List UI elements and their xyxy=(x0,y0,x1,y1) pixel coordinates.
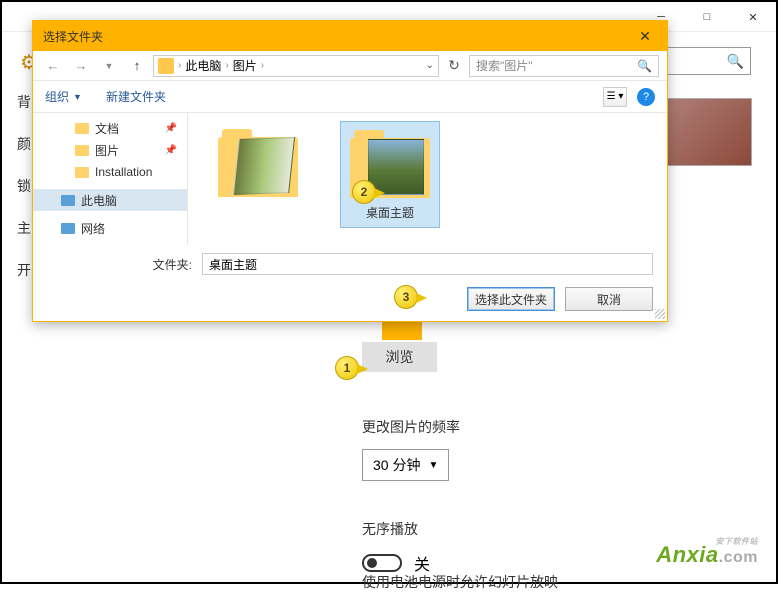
nav-up-button[interactable]: ↑ xyxy=(125,55,149,77)
pin-icon: 📌 xyxy=(165,145,177,156)
folder-item[interactable] xyxy=(208,121,308,209)
tree-item-installation[interactable]: Installation xyxy=(33,161,187,183)
breadcrumb[interactable]: › 此电脑 › 图片 › ⌄ xyxy=(153,55,439,77)
breadcrumb-item[interactable]: 此电脑 xyxy=(185,57,221,74)
breadcrumb-sep: › xyxy=(225,60,228,71)
chevron-down-icon[interactable]: ⌄ xyxy=(426,60,434,71)
file-area: 桌面主题 xyxy=(188,113,667,245)
refresh-button[interactable]: ↻ xyxy=(443,55,465,77)
tree-item-documents[interactable]: 文档📌 xyxy=(33,117,187,139)
breadcrumb-item[interactable]: 图片 xyxy=(233,57,257,74)
tree-item-network[interactable]: 网络 xyxy=(33,217,187,239)
freq-value: 30 分钟 xyxy=(373,455,420,475)
tree-item-pictures[interactable]: 图片📌 xyxy=(33,139,187,161)
callout-3: 3 xyxy=(394,285,418,309)
callout-2: 2 xyxy=(352,180,376,204)
dialog-nav: ← → ▼ ↑ › 此电脑 › 图片 › ⌄ ↻ 搜索"图片" 🔍 xyxy=(33,51,667,81)
freq-select[interactable]: 30 分钟 ▼ xyxy=(362,449,449,481)
view-options-button[interactable]: ☰ ▾ xyxy=(603,87,627,107)
dialog-body: 文档📌 图片📌 Installation 此电脑 网络 桌面主题 xyxy=(33,113,667,245)
network-icon xyxy=(61,223,75,234)
bg-content: 浏览 更改图片的频率 30 分钟▼ 无序播放 关 xyxy=(362,342,662,575)
folder-icon xyxy=(218,127,298,197)
dialog-close-button[interactable]: ✕ xyxy=(623,21,667,51)
bg-orange-swatch xyxy=(382,320,422,340)
organize-menu[interactable]: 组织▼ xyxy=(45,88,82,105)
shuffle-toggle[interactable] xyxy=(362,554,402,572)
bg-preview-thumb xyxy=(662,98,752,166)
dialog-search-input[interactable]: 搜索"图片" 🔍 xyxy=(469,55,659,77)
resize-handle[interactable] xyxy=(655,309,665,319)
dialog-toolbar: 组织▼ 新建文件夹 ☰ ▾ ? xyxy=(33,81,667,113)
search-icon: 🔍 xyxy=(727,53,744,70)
cancel-button[interactable]: 取消 xyxy=(565,287,653,311)
close-button[interactable]: ✕ xyxy=(730,2,776,32)
freq-label: 更改图片的频率 xyxy=(362,417,662,437)
folder-icon xyxy=(75,167,89,178)
folder-item-selected[interactable]: 桌面主题 xyxy=(340,121,440,228)
nav-recent-button[interactable]: ▼ xyxy=(97,55,121,77)
folder-name-input[interactable] xyxy=(202,253,653,275)
pc-icon xyxy=(158,58,174,74)
tree-item-thispc[interactable]: 此电脑 xyxy=(33,189,187,211)
browse-button[interactable]: 浏览 xyxy=(362,342,437,372)
search-placeholder: 搜索"图片" xyxy=(476,57,533,74)
chevron-down-icon: ▼ xyxy=(428,460,438,471)
dialog-titlebar: 选择文件夹 ✕ xyxy=(33,21,667,51)
shuffle-label: 无序播放 xyxy=(362,519,662,539)
chevron-down-icon: ▼ xyxy=(73,92,82,102)
new-folder-button[interactable]: 新建文件夹 xyxy=(106,88,166,105)
bg-cutoff-text: 使用电池电源时允许幻灯片放映 xyxy=(362,572,558,592)
watermark: 安下软件站 Anxia.com xyxy=(656,542,758,568)
help-button[interactable]: ? xyxy=(637,88,655,106)
select-folder-button[interactable]: 选择此文件夹 xyxy=(467,287,555,311)
pin-icon: 📌 xyxy=(165,123,177,134)
search-icon: 🔍 xyxy=(637,59,652,73)
nav-forward-button: → xyxy=(69,55,93,77)
breadcrumb-sep: › xyxy=(261,60,264,71)
dialog-title: 选择文件夹 xyxy=(43,28,103,45)
callout-1: 1 xyxy=(335,356,359,380)
folder-name: 桌面主题 xyxy=(347,204,433,221)
folder-picker-dialog: 选择文件夹 ✕ ← → ▼ ↑ › 此电脑 › 图片 › ⌄ ↻ 搜索"图片" … xyxy=(32,20,668,322)
maximize-button[interactable]: □ xyxy=(684,2,730,32)
breadcrumb-sep: › xyxy=(178,60,181,71)
folder-label: 文件夹: xyxy=(47,256,192,273)
nav-back-button[interactable]: ← xyxy=(41,55,65,77)
dialog-bottom: 文件夹: 选择此文件夹 取消 xyxy=(33,245,667,323)
folder-icon xyxy=(75,123,89,134)
folder-icon xyxy=(75,145,89,156)
nav-tree: 文档📌 图片📌 Installation 此电脑 网络 xyxy=(33,113,188,245)
pc-icon xyxy=(61,195,75,206)
bg-search-input[interactable]: 🔍 xyxy=(666,47,751,75)
